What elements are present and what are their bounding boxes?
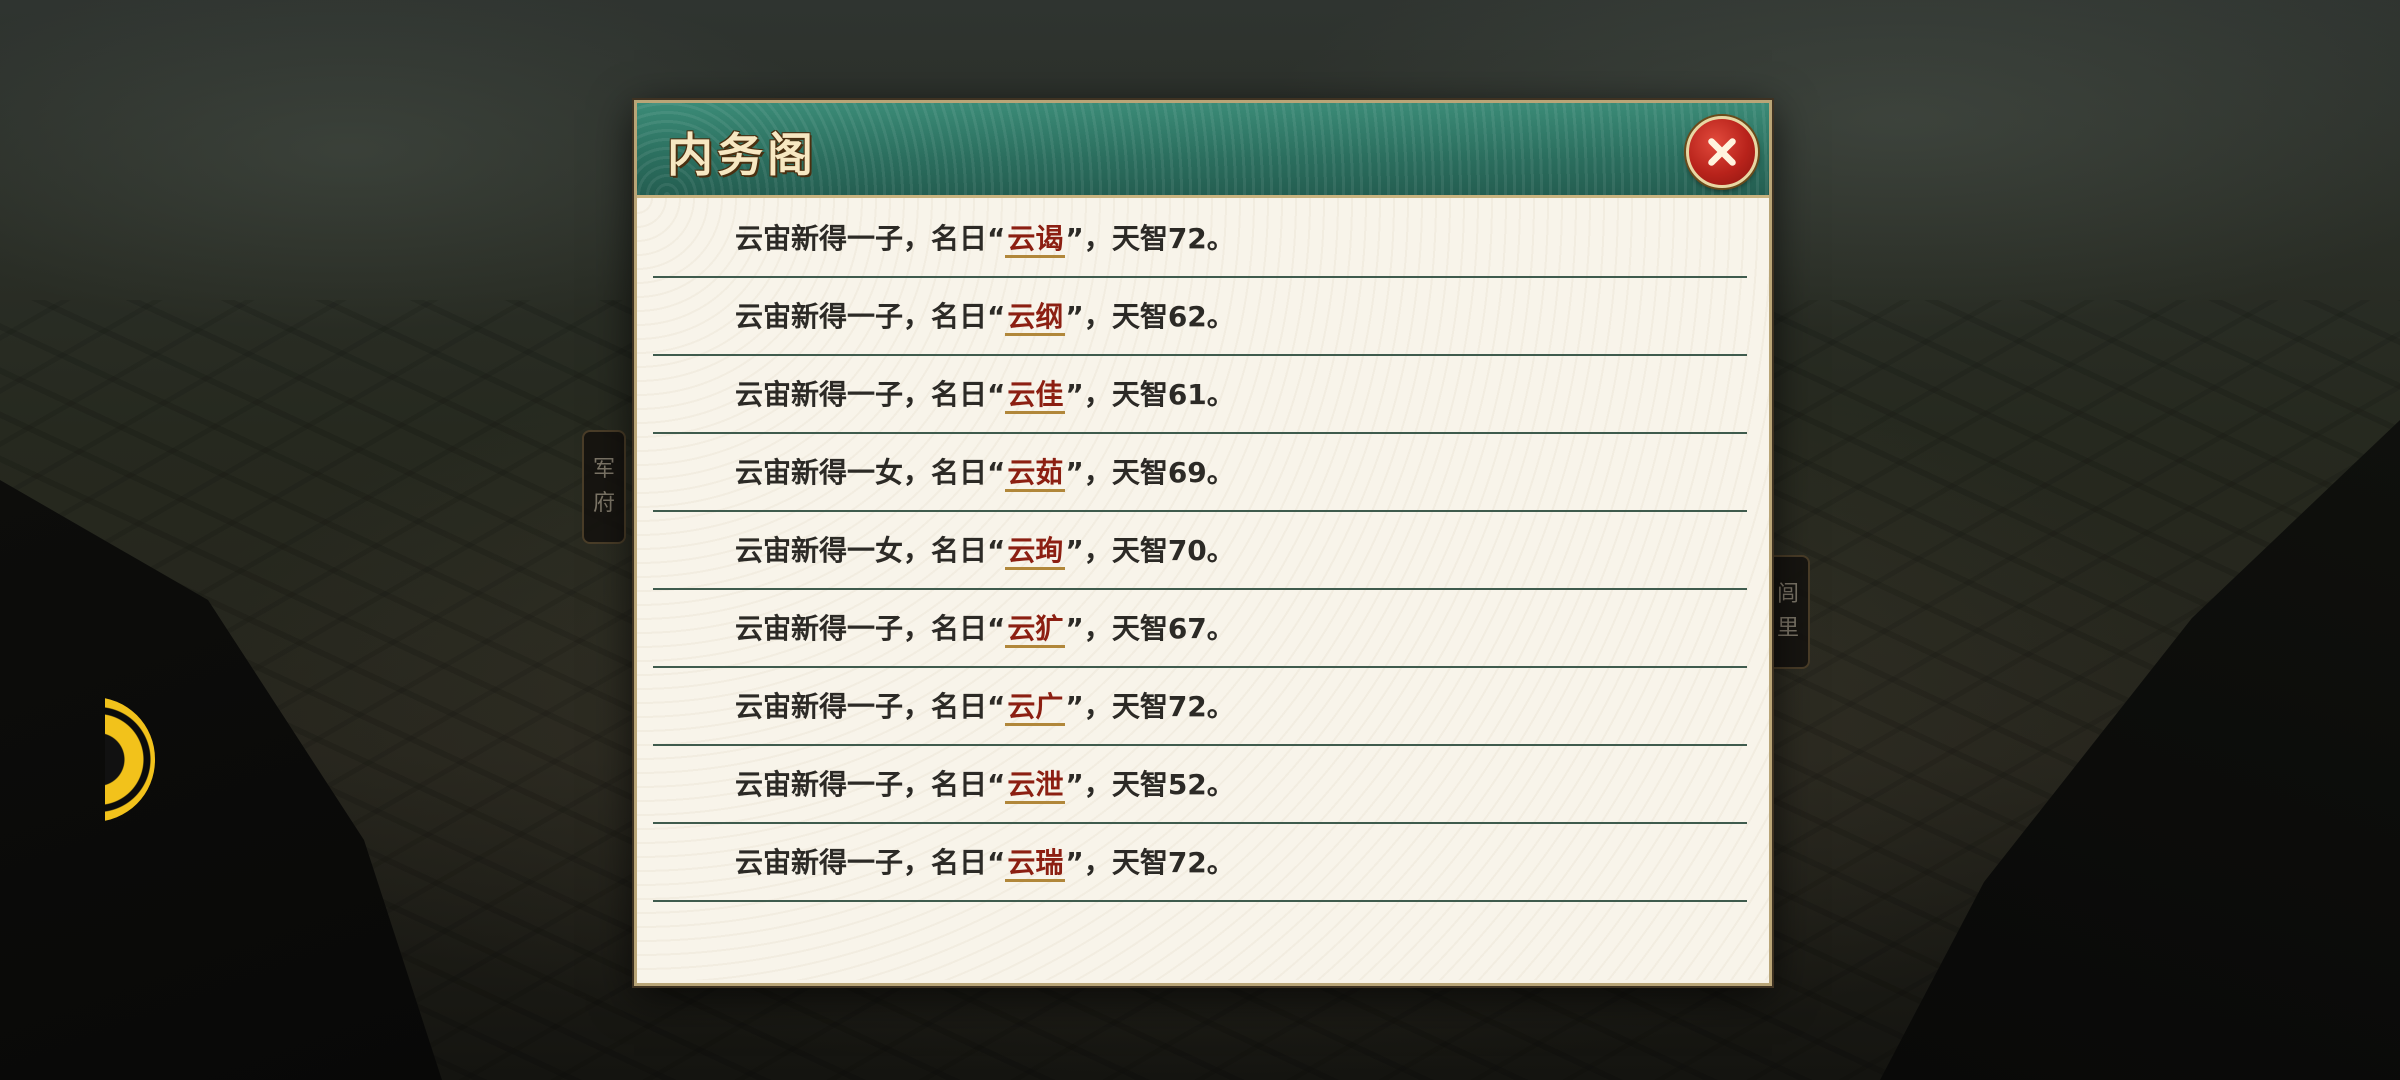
- list-item: 云宙新得一女，名日“云茹”，天智69。: [653, 432, 1747, 512]
- dialog-header: 内务阁: [637, 103, 1769, 198]
- map-tag-neighborhood[interactable]: 闾 里: [1766, 555, 1810, 669]
- row-prefix: 云宙新得一子，名日“: [735, 300, 1006, 333]
- row-prefix: 云宙新得一子，名日“: [735, 612, 1006, 645]
- child-name-link[interactable]: 云泄: [1005, 768, 1066, 804]
- list-item: 云宙新得一女，名日“云珣”，天智70。: [653, 510, 1747, 590]
- inner-affairs-dialog: 内务阁 云宙新得一子，名日“云谒”，天智72。 云宙新得一子，名日“云纲”，天智…: [634, 100, 1772, 986]
- list-item: 云宙新得一子，名日“云泄”，天智52。: [653, 744, 1747, 824]
- map-tag-char: 军: [592, 457, 615, 482]
- row-prefix: 云宙新得一子，名日“: [735, 846, 1006, 879]
- close-x-icon: [1708, 138, 1736, 166]
- child-name-link[interactable]: 云广: [1005, 690, 1066, 726]
- child-name-link[interactable]: 云珣: [1005, 534, 1066, 570]
- list-item: 云宙新得一子，名日“云犷”，天智67。: [653, 588, 1747, 668]
- list-item: 云宙新得一子，名日“云广”，天智72。: [653, 666, 1747, 746]
- close-button[interactable]: [1686, 116, 1758, 188]
- row-suffix: ”，天智52。: [1065, 768, 1235, 801]
- row-suffix: ”，天智61。: [1065, 378, 1235, 411]
- map-tag-char: 府: [592, 491, 615, 516]
- child-name-link[interactable]: 云犷: [1005, 612, 1066, 648]
- row-suffix: ”，天智67。: [1065, 612, 1235, 645]
- row-prefix: 云宙新得一子，名日“: [735, 690, 1006, 723]
- list-item: 云宙新得一子，名日“云谒”，天智72。: [653, 198, 1747, 278]
- row-suffix: ”，天智72。: [1065, 846, 1235, 879]
- map-tag-military-office[interactable]: 军 府: [582, 430, 626, 544]
- row-suffix: ”，天智70。: [1065, 534, 1235, 567]
- child-name-link[interactable]: 云佳: [1005, 378, 1066, 414]
- row-prefix: 云宙新得一子，名日“: [735, 222, 1006, 255]
- map-tag-char: 里: [1776, 616, 1799, 641]
- child-name-link[interactable]: 云瑞: [1005, 846, 1066, 882]
- child-name-link[interactable]: 云谒: [1005, 222, 1066, 258]
- row-prefix: 云宙新得一子，名日“: [735, 768, 1006, 801]
- map-tag-char: 闾: [1776, 582, 1799, 607]
- child-name-link[interactable]: 云茹: [1005, 456, 1066, 492]
- row-prefix: 云宙新得一女，名日“: [735, 534, 1006, 567]
- row-suffix: ”，天智69。: [1065, 456, 1235, 489]
- dialog-title: 内务阁: [667, 128, 817, 182]
- message-list[interactable]: 云宙新得一子，名日“云谒”，天智72。 云宙新得一子，名日“云纲”，天智62。 …: [637, 198, 1769, 980]
- row-suffix: ”，天智72。: [1065, 690, 1235, 723]
- row-prefix: 云宙新得一女，名日“: [735, 456, 1006, 489]
- list-item: 云宙新得一子，名日“云瑞”，天智72。: [653, 822, 1747, 902]
- list-item: 云宙新得一子，名日“云纲”，天智62。: [653, 276, 1747, 356]
- row-suffix: ”，天智62。: [1065, 300, 1235, 333]
- child-name-link[interactable]: 云纲: [1005, 300, 1066, 336]
- row-suffix: ”，天智72。: [1065, 222, 1235, 255]
- row-prefix: 云宙新得一子，名日“: [735, 378, 1006, 411]
- list-item: 云宙新得一子，名日“云佳”，天智61。: [653, 354, 1747, 434]
